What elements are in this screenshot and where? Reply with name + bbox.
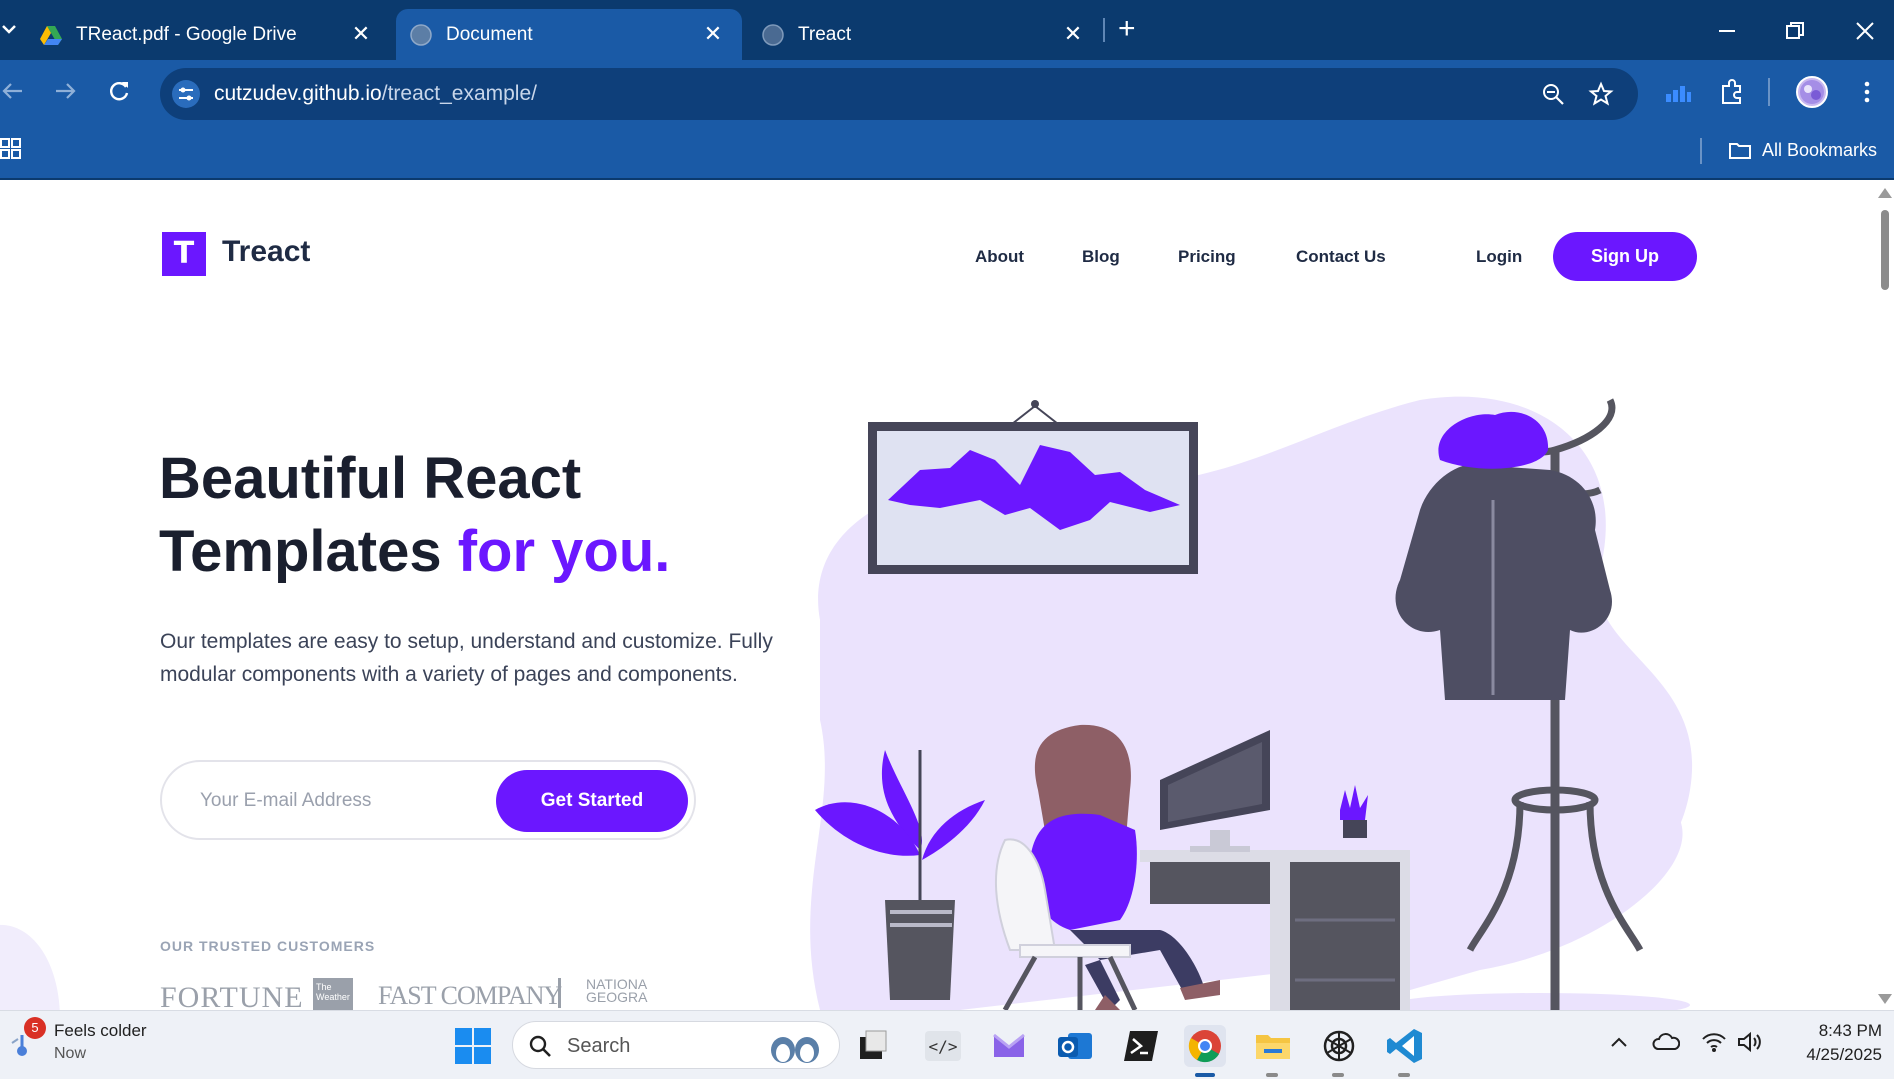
mail-app-icon[interactable]: [988, 1025, 1030, 1067]
address-bar[interactable]: cutzudev.github.io/treact_example/: [160, 68, 1638, 120]
scroll-down-icon[interactable]: [1876, 990, 1894, 1006]
trusted-customers-label: OUR TRUSTED CUSTOMERS: [160, 938, 376, 954]
new-tab-icon[interactable]: +: [1118, 14, 1148, 44]
windows-start-icon[interactable]: [452, 1025, 494, 1067]
browser-toolbar: cutzudev.github.io/treact_example/: [0, 60, 1894, 122]
file-explorer-icon[interactable]: [1252, 1025, 1294, 1067]
hero-headline: Beautiful React Templates for you.: [159, 442, 670, 588]
onedrive-cloud-icon[interactable]: [1652, 1029, 1680, 1055]
web-page: T Treact About Blog Pricing Contact Us L…: [0, 180, 1894, 1010]
nav-contact-us[interactable]: Contact Us: [1296, 247, 1386, 267]
task-view-icon[interactable]: [852, 1025, 894, 1067]
nav-about[interactable]: About: [975, 247, 1024, 267]
chrome-active-indicator: [1195, 1073, 1215, 1077]
clock-time[interactable]: 8:43 PM: [1790, 1021, 1882, 1041]
reload-icon[interactable]: [106, 78, 132, 104]
chrome-icon[interactable]: [1184, 1025, 1226, 1067]
url-path: /treact_example/: [381, 82, 537, 105]
vscode-running-indicator: [1398, 1073, 1410, 1077]
bookmarks-bar: All Bookmarks: [0, 122, 1894, 180]
extension-chart-icon[interactable]: [1664, 80, 1692, 106]
url-host: cutzudev.github.io: [214, 82, 382, 105]
apps-grid-icon[interactable]: [0, 138, 22, 160]
extensions-puzzle-icon[interactable]: [1718, 78, 1746, 106]
google-drive-icon: [40, 24, 62, 46]
close-window-icon[interactable]: [1852, 18, 1878, 44]
headline-line-2: Templates for you.: [159, 515, 670, 588]
taskbar-search-box[interactable]: Search: [512, 1021, 840, 1069]
customer-logo-national-geographic: NATIONAL GEOGRAPHIC: [538, 978, 648, 1008]
tab-search-chevron-icon[interactable]: [0, 14, 20, 44]
file-explorer-running-indicator: [1266, 1073, 1278, 1077]
brand-name[interactable]: Treact: [222, 235, 310, 269]
toolbar-divider: [1768, 78, 1770, 106]
folder-icon: [1728, 140, 1752, 160]
login-link[interactable]: Login: [1476, 247, 1522, 267]
zoom-icon[interactable]: [1540, 81, 1566, 107]
globe-icon: [762, 23, 784, 46]
get-started-button[interactable]: Get Started: [496, 770, 688, 832]
sign-up-button[interactable]: Sign Up: [1553, 232, 1697, 281]
clock-date[interactable]: 4/25/2025: [1780, 1045, 1882, 1065]
restore-icon[interactable]: [1782, 18, 1808, 44]
close-tab-icon[interactable]: ✕: [700, 21, 726, 47]
scroll-up-icon[interactable]: [1876, 186, 1894, 202]
terminal-powershell-icon[interactable]: [1120, 1025, 1162, 1067]
headline-plain: Templates: [159, 519, 458, 584]
logo-mark[interactable]: T: [162, 232, 206, 276]
search-highlight-penguins-icon: [771, 1037, 819, 1063]
tab-document[interactable]: Document ✕: [396, 9, 742, 60]
headline-line-1: Beautiful React: [159, 446, 582, 511]
tab-divider: [1103, 18, 1105, 42]
url-text: cutzudev.github.io/treact_example/: [214, 82, 537, 106]
back-icon[interactable]: [0, 78, 26, 104]
search-icon: [529, 1035, 551, 1057]
tab-title: Treact: [798, 23, 852, 45]
minimize-icon[interactable]: [1714, 18, 1740, 44]
weather-title[interactable]: Feels colder: [54, 1021, 147, 1041]
volume-icon[interactable]: [1736, 1029, 1764, 1055]
tab-treact[interactable]: Treact ✕: [762, 9, 1102, 60]
weather-subtitle: Now: [54, 1045, 87, 1062]
svg-text:</>: </>: [929, 1037, 958, 1056]
hero-illustration: [810, 396, 1692, 1010]
customer-logo-fast-company: FAST COMPANY: [378, 981, 562, 1010]
bookmark-star-icon[interactable]: [1588, 81, 1614, 107]
all-bookmarks-button[interactable]: All Bookmarks: [1728, 136, 1877, 164]
customer-logo-fortune: FORTUNE: [160, 981, 304, 1010]
weather-badge: 5: [24, 1017, 46, 1039]
customer-logo-the-weather: The Weather: [313, 978, 353, 1010]
nav-blog[interactable]: Blog: [1082, 247, 1120, 267]
tab-title: TReact.pdf - Google Drive: [76, 23, 297, 45]
close-tab-icon[interactable]: ✕: [1060, 21, 1086, 47]
email-signup-form: Your E-mail Address Get Started: [160, 760, 696, 840]
wifi-icon[interactable]: [1700, 1029, 1728, 1055]
chatgpt-running-indicator: [1332, 1073, 1344, 1077]
tab-google-drive[interactable]: TReact.pdf - Google Drive ✕: [40, 9, 390, 60]
forward-icon[interactable]: [52, 78, 78, 104]
globe-icon: [410, 23, 432, 46]
headline-accent: for you.: [457, 519, 671, 584]
email-input[interactable]: Your E-mail Address: [200, 790, 371, 812]
scroll-thumb[interactable]: [1881, 210, 1889, 290]
nav-pricing[interactable]: Pricing: [1178, 247, 1236, 267]
bookmarks-divider: [1700, 138, 1702, 164]
dev-tools-code-icon[interactable]: </>: [922, 1025, 964, 1067]
windows-taskbar: 5 Feels colder Now Search </> 8:43 PM 4/…: [0, 1010, 1894, 1079]
search-label: Search: [567, 1035, 631, 1057]
close-tab-icon[interactable]: ✕: [348, 21, 374, 47]
page-scrollbar[interactable]: [1876, 180, 1894, 1010]
tab-strip: TReact.pdf - Google Drive ✕ Document ✕ T…: [0, 0, 1894, 60]
outlook-icon[interactable]: [1054, 1025, 1096, 1067]
all-bookmarks-label: All Bookmarks: [1762, 139, 1878, 160]
chatgpt-icon[interactable]: [1318, 1025, 1360, 1067]
menu-kebab-icon[interactable]: [1860, 78, 1874, 106]
hero-description: Our templates are easy to setup, underst…: [160, 630, 773, 686]
site-info-icon[interactable]: [172, 80, 200, 108]
show-hidden-icons-chevron[interactable]: [1608, 1031, 1630, 1053]
tab-title: Document: [446, 23, 533, 45]
vscode-icon[interactable]: [1384, 1025, 1426, 1067]
decorative-blob: [0, 925, 60, 1010]
profile-avatar[interactable]: [1796, 76, 1828, 108]
